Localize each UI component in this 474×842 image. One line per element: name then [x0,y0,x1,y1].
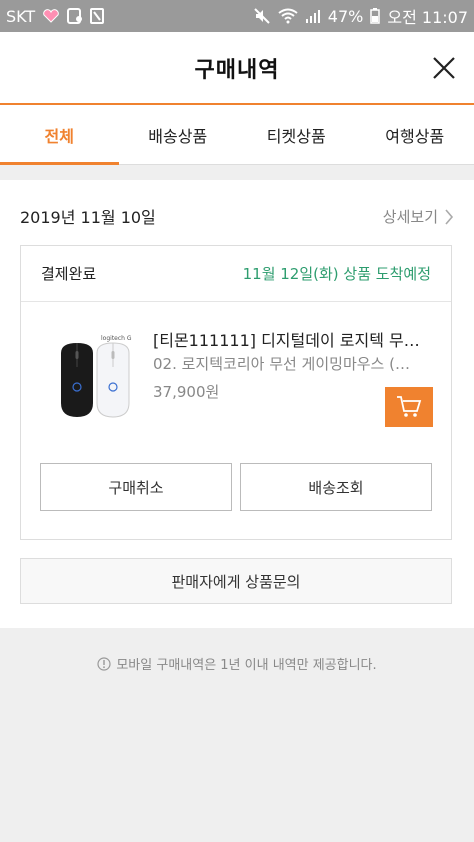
cancel-purchase-button[interactable]: 구매취소 [40,463,232,511]
close-button[interactable] [430,54,458,82]
tab-ticket-products[interactable]: 티켓상품 [237,105,356,164]
footer-note: 모바일 구매내역은 1년 이내 내역만 제공합니다. [0,654,474,673]
heart-icon [42,9,60,23]
detail-link-label: 상세보기 [382,208,438,226]
product-option: 02. 로지텍코리아 무선 게이밍마우스 (… [153,355,410,373]
order-list: 2019년 11월 10일 상세보기 결제완료 11월 12일(화) 상품 도착… [0,180,474,628]
delivery-estimate: 11월 12일(화) 상품 도착예정 [242,265,431,283]
sim-icon [90,8,105,24]
cart-icon [397,396,422,417]
detail-link[interactable]: 상세보기 [383,206,454,227]
info-icon [97,656,111,671]
track-delivery-button[interactable]: 배송조회 [240,463,432,511]
clock: 오전 11:07 [387,8,468,27]
page-title: 구매내역 [194,58,280,83]
wifi-icon [278,8,298,24]
seller-inquiry-button[interactable]: 판매자에게 상품문의 [20,558,452,604]
chevron-right-icon [445,208,454,225]
product-item[interactable]: logitech G [티몬111111] 디지털데이 로지텍 무선 … 02.… [21,303,451,453]
order-card: 결제완료 11월 12일(화) 상품 도착예정 logitech G [티몬11… [20,245,452,540]
status-bar-right: 47% 오전 11:07 [253,4,468,28]
status-bar-left: SKT [6,6,105,26]
battery-percent: 47% [327,6,364,26]
signal-icon [305,8,321,24]
svg-text:logitech G: logitech G [101,335,132,342]
mute-icon [253,8,271,24]
battery-icon [370,8,381,24]
payment-status: 결제완료 [41,265,97,283]
tab-travel-products[interactable]: 여행상품 [356,105,474,164]
order-actions: 구매취소 배송조회 [40,463,432,511]
page-header: 구매내역 [0,32,474,104]
product-image[interactable]: logitech G [49,325,149,425]
close-icon [433,57,455,79]
status-bar: SKT 47% 오전 11:07 [0,0,474,32]
add-to-cart-button[interactable] [385,387,433,427]
product-price: 37,900원 [153,383,220,401]
order-date: 2019년 11월 10일 [20,208,156,227]
tab-all[interactable]: 전체 [0,105,119,165]
carrier-label: SKT [6,6,36,26]
notification-icon [67,8,83,24]
order-status-row: 결제완료 11월 12일(화) 상품 도착예정 [21,246,451,302]
product-name[interactable]: [티몬111111] 디지털데이 로지텍 무선 … [153,327,433,351]
footer-note-text: 모바일 구매내역은 1년 이내 내역만 제공합니다. [116,658,377,673]
tab-bar: 전체 배송상품 티켓상품 여행상품 [0,105,474,165]
tab-delivery-products[interactable]: 배송상품 [119,105,238,164]
